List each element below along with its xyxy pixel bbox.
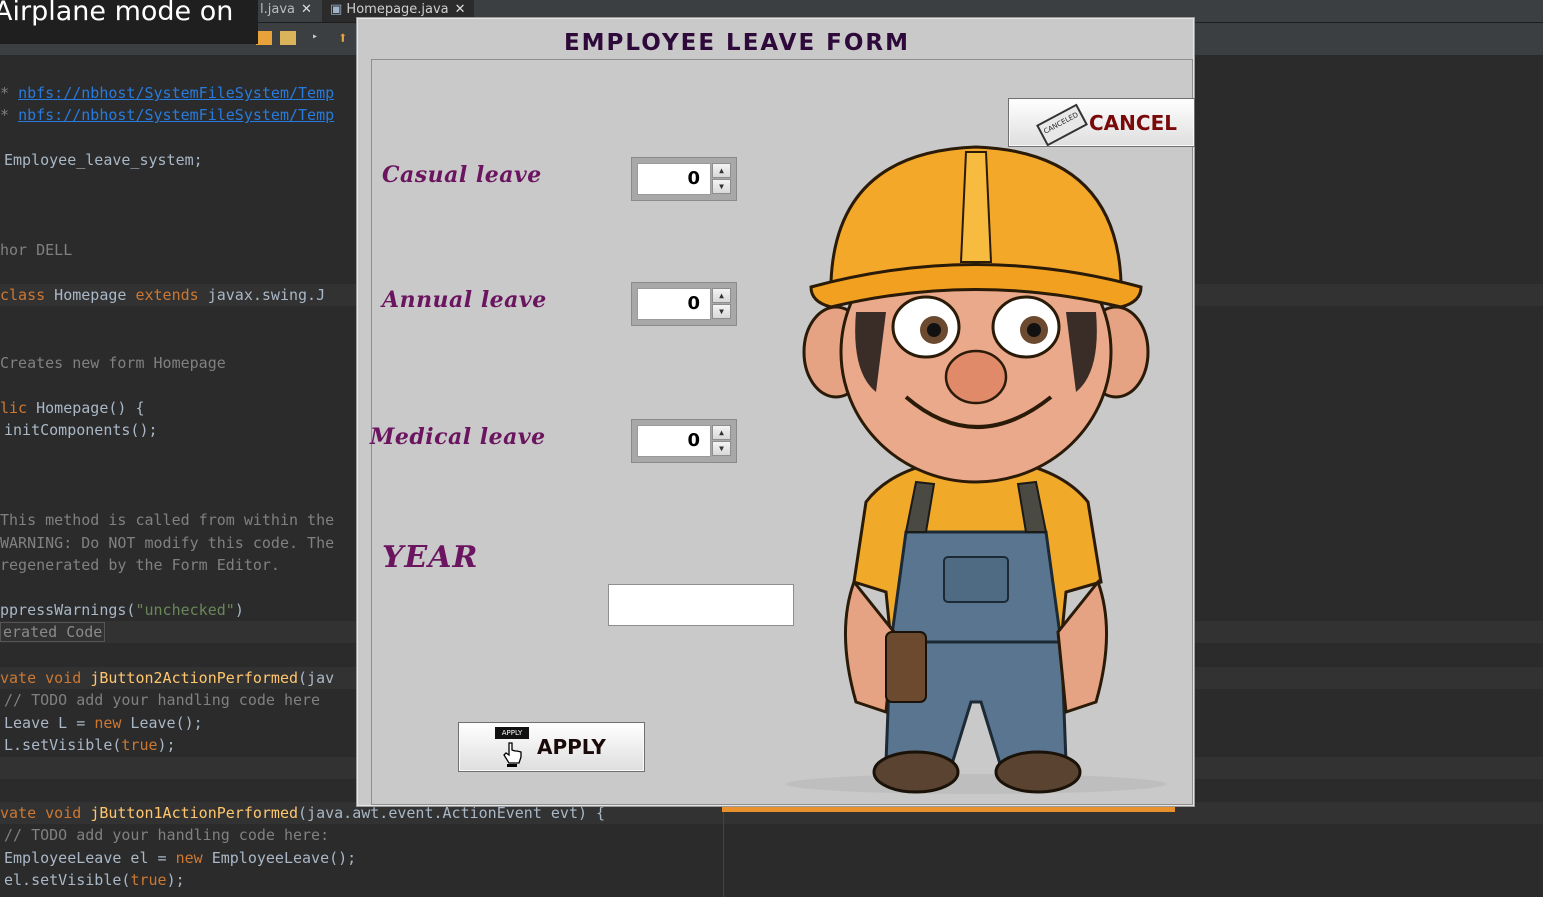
medical-leave-spinner[interactable]: 0 ▲ ▼ xyxy=(631,419,737,463)
chevron-right-icon[interactable]: ▸ xyxy=(312,31,328,45)
annual-leave-input[interactable]: 0 xyxy=(637,288,711,320)
arrow-up-icon[interactable]: ⬆ xyxy=(338,30,354,46)
apply-button-label: APPLY xyxy=(537,735,606,759)
code-line: ppressWarnings("unchecked") xyxy=(0,601,244,619)
spinner-down-icon[interactable]: ▼ xyxy=(712,304,731,319)
tab-label: Homepage.java xyxy=(346,2,449,17)
code-line: // TODO add your handling code here: xyxy=(4,826,330,844)
code-line: regenerated by the Form Editor. xyxy=(0,556,280,574)
employee-leave-dialog: EMPLOYEE LEAVE FORM CANCELED CANCEL Casu… xyxy=(356,17,1195,807)
code-line: el.setVisible(true); xyxy=(4,871,185,889)
casual-leave-label: Casual leave xyxy=(382,162,542,188)
link[interactable]: nbfs://nbhost/SystemFileSystem/Temp xyxy=(18,84,334,102)
file-icon: ▣ xyxy=(330,2,347,17)
spinner-up-icon[interactable]: ▲ xyxy=(712,163,731,178)
code-line: This method is called from within the xyxy=(0,511,335,529)
code-line: Creates new form Homepage xyxy=(0,354,226,372)
medical-leave-input[interactable]: 0 xyxy=(637,425,711,457)
tab-leave-java[interactable]: l.java ✕ xyxy=(252,0,320,22)
medical-leave-value: 0 xyxy=(687,430,700,451)
year-input[interactable] xyxy=(608,584,794,626)
spinner-up-icon[interactable]: ▲ xyxy=(712,425,731,440)
annual-leave-spinner[interactable]: 0 ▲ ▼ xyxy=(631,282,737,326)
tab-label: l.java xyxy=(260,2,295,17)
close-icon[interactable]: ✕ xyxy=(455,2,466,17)
close-icon[interactable]: ✕ xyxy=(301,2,312,17)
code-line: // TODO add your handling code here xyxy=(4,691,321,709)
airplane-mode-notification: Airplane mode on xyxy=(0,0,258,44)
code-line: Employee_leave_system; xyxy=(4,151,203,169)
form-title: EMPLOYEE LEAVE FORM xyxy=(563,30,911,56)
spinner-down-icon[interactable]: ▼ xyxy=(712,179,731,194)
worker-illustration xyxy=(786,145,1166,794)
casual-leave-value: 0 xyxy=(687,168,700,189)
casual-leave-spinner[interactable]: 0 ▲ ▼ xyxy=(631,157,737,201)
code-line: class Homepage extends javax.swing.J xyxy=(0,286,326,304)
toolbar-icon[interactable] xyxy=(280,31,296,45)
spinner-down-icon[interactable]: ▼ xyxy=(712,441,731,456)
code-line: L.setVisible(true); xyxy=(4,736,176,754)
code-line: vate void jButton2ActionPerformed(jav xyxy=(0,669,335,687)
editor-divider xyxy=(723,812,724,897)
link[interactable]: nbfs://nbhost/SystemFileSystem/Temp xyxy=(18,106,334,124)
notification-text: Airplane mode on xyxy=(0,0,234,27)
code-line: hor DELL xyxy=(0,241,73,259)
code-line: lic Homepage() { xyxy=(0,399,145,417)
spinner-up-icon[interactable]: ▲ xyxy=(712,288,731,303)
code-line: WARNING: Do NOT modify this code. The xyxy=(0,534,335,552)
annual-leave-value: 0 xyxy=(687,293,700,314)
apply-icon-badge: APPLY xyxy=(495,727,529,739)
code-line: EmployeeLeave el = new EmployeeLeave(); xyxy=(4,849,357,867)
code-line: initComponents(); xyxy=(4,421,158,439)
form-panel: CANCELED CANCEL Casual leave 0 ▲ ▼ Annua… xyxy=(370,59,1195,805)
annual-leave-label: Annual leave xyxy=(382,287,547,313)
code-line: erated Code xyxy=(0,621,106,643)
code-line: Leave L = new Leave(); xyxy=(4,714,203,732)
folded-code[interactable]: erated Code xyxy=(0,622,106,642)
code-line: * nbfs://nbhost/SystemFileSystem/Temp xyxy=(0,84,335,102)
toolbar-icon[interactable] xyxy=(256,31,272,45)
apply-hand-icon: APPLY xyxy=(495,727,529,767)
apply-button[interactable]: APPLY APPLY xyxy=(458,722,645,772)
year-label: YEAR xyxy=(382,540,479,575)
casual-leave-input[interactable]: 0 xyxy=(637,163,711,195)
medical-leave-label: Medical leave xyxy=(370,424,546,450)
code-line: * nbfs://nbhost/SystemFileSystem/Temp xyxy=(0,106,335,124)
